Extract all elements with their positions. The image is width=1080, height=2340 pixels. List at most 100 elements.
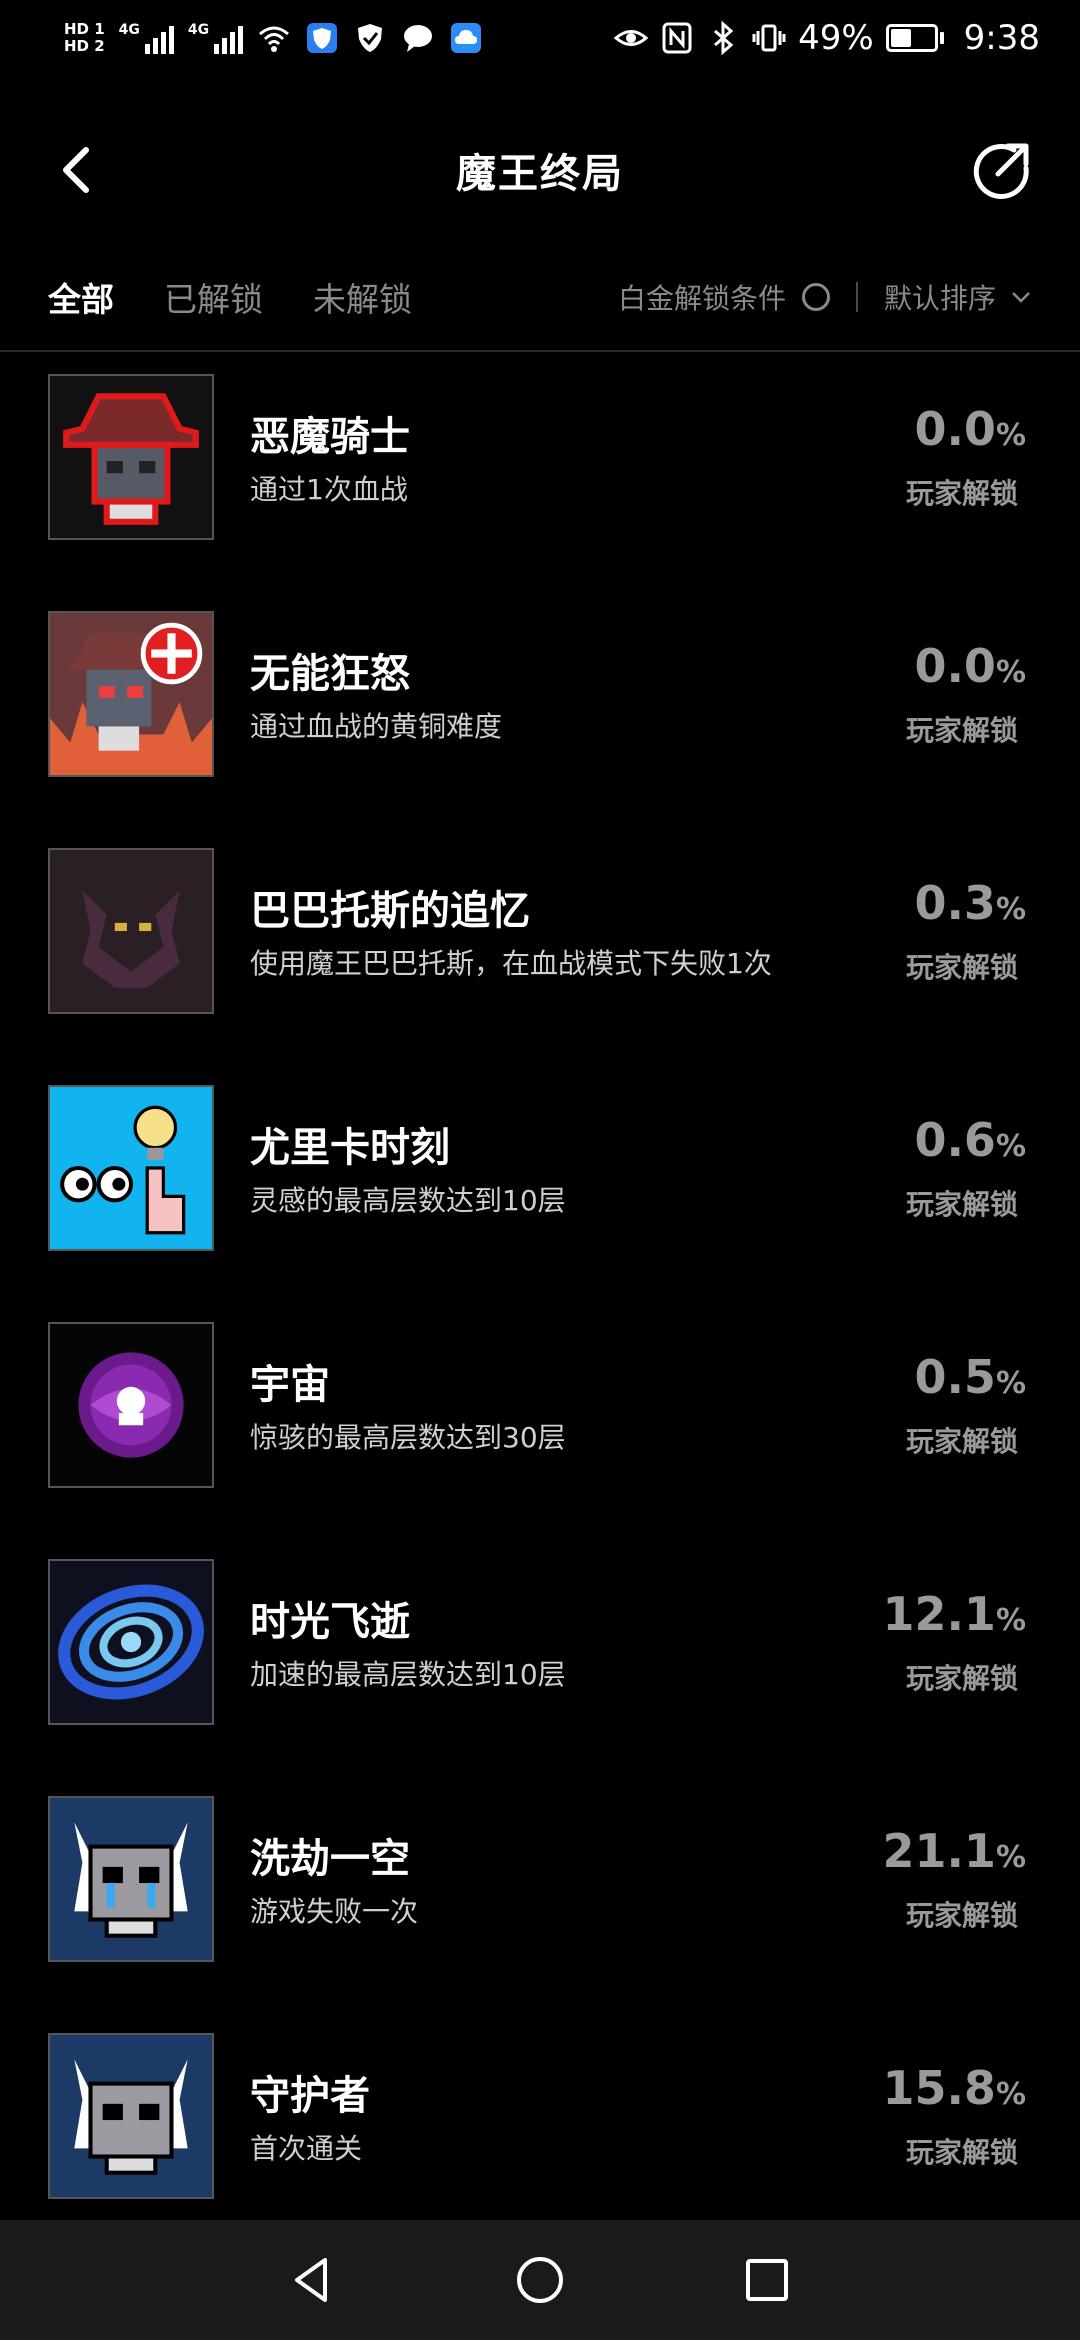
universe-icon (48, 1322, 214, 1488)
net2-label: 4G (187, 22, 210, 38)
guardian-skull-icon (48, 2033, 214, 2199)
unlock-percent: 12.1% (882, 1587, 1026, 1641)
percent-unit: % (995, 1366, 1026, 1401)
nav-home-icon (516, 2257, 563, 2303)
achievement-title: 尤里卡时刻 (250, 1125, 450, 1171)
page-title: 魔王终局 (456, 151, 624, 197)
percent-unit: % (995, 892, 1026, 927)
battery-percent: 49% (798, 18, 874, 58)
system-navigation-bar (0, 2220, 1080, 2340)
percent-value: 21.1 (882, 1824, 996, 1878)
unlock-percent-label: 玩家解锁 (905, 1662, 1018, 1695)
eye-icon (614, 21, 649, 55)
sim2-label: HD 2 (64, 37, 105, 55)
demon-knight-icon (48, 374, 214, 540)
nav-back-icon (295, 2258, 328, 2302)
achievement-description: 惊骇的最高层数达到30层 (250, 1421, 566, 1454)
crying-skull-icon (48, 1796, 214, 1962)
unlock-percent: 0.5% (914, 1350, 1026, 1404)
vibrate-icon (752, 21, 786, 55)
nav-back-button[interactable] (283, 2250, 343, 2310)
status-bar-right: 49% 9:38 (614, 18, 1040, 58)
unlock-percent: 0.0% (914, 639, 1026, 693)
tab-all[interactable]: 全部 (48, 273, 114, 321)
percent-unit: % (995, 418, 1026, 453)
unlock-percent-label: 玩家解锁 (905, 951, 1018, 984)
radio-circle-icon[interactable] (801, 283, 830, 311)
unlock-percent: 15.8% (882, 2061, 1026, 2115)
percent-value: 15.8 (882, 2061, 996, 2115)
achievement-description: 加速的最高层数达到10层 (250, 1658, 566, 1691)
achievement-title: 宇宙 (250, 1362, 330, 1408)
achievement-title: 恶魔骑士 (250, 414, 410, 460)
signal-1-icon: 4G (119, 22, 174, 54)
achievement-list: 恶魔骑士 通过1次血战 0.0% 玩家解锁 无能狂怒 通过血战的黄铜难度 0.0… (0, 372, 1080, 2268)
achievement-description: 游戏失败一次 (250, 1895, 419, 1928)
achievement-description: 通过1次血战 (250, 473, 408, 506)
list-item[interactable]: 恶魔骑士 通过1次血战 0.0% 玩家解锁 (0, 372, 1080, 609)
achievement-title: 巴巴托斯的追忆 (250, 888, 530, 934)
time-flies-icon (48, 1559, 214, 1725)
status-bar: HD 1 HD 2 4G 4G 49% 9:38 (0, 0, 1080, 76)
percent-value: 0.3 (914, 876, 996, 930)
unlock-percent: 0.0% (914, 402, 1026, 456)
achievement-title: 守护者 (250, 2073, 370, 2119)
status-bar-left: HD 1 HD 2 4G 4G (64, 21, 483, 55)
list-item[interactable]: 巴巴托斯的追忆 使用魔王巴巴托斯，在血战模式下失败1次 0.3% 玩家解锁 (0, 846, 1080, 1083)
achievement-title: 时光飞逝 (250, 1599, 410, 1645)
unlock-percent-label: 玩家解锁 (905, 714, 1018, 747)
tab-right-controls: 白金解锁条件 默认排序 (618, 277, 1032, 317)
percent-unit: % (995, 1840, 1026, 1875)
list-item[interactable]: 洗劫一空 游戏失败一次 21.1% 玩家解锁 (0, 1794, 1080, 2031)
unlock-percent-label: 玩家解锁 (905, 1899, 1018, 1932)
app-header: 魔王终局 (0, 120, 1080, 220)
unlock-percent-label: 玩家解锁 (905, 477, 1018, 510)
sim1-label: HD 1 (64, 20, 105, 38)
net1-label: 4G (118, 22, 140, 38)
list-item[interactable]: 时光飞逝 加速的最高层数达到10层 12.1% 玩家解锁 (0, 1557, 1080, 1794)
header-divider (0, 350, 1080, 352)
bluetooth-icon (706, 21, 740, 55)
separator (855, 282, 858, 312)
percent-value: 12.1 (882, 1587, 996, 1641)
nav-home-button[interactable] (510, 2250, 570, 2310)
unlock-percent-label: 玩家解锁 (905, 1425, 1018, 1458)
list-item[interactable]: 尤里卡时刻 灵感的最高层数达到10层 0.6% 玩家解锁 (0, 1083, 1080, 1320)
nfc-icon (660, 21, 694, 55)
achievement-description: 使用魔王巴巴托斯，在血战模式下失败1次 (250, 947, 772, 980)
unlock-percent: 0.6% (914, 1113, 1026, 1167)
percent-value: 0.6 (914, 1113, 996, 1167)
unlock-percent: 0.3% (914, 876, 1026, 930)
unlock-percent: 21.1% (882, 1824, 1026, 1878)
list-item[interactable]: 无能狂怒 通过血战的黄铜难度 0.0% 玩家解锁 (0, 609, 1080, 846)
list-item[interactable]: 宇宙 惊骇的最高层数达到30层 0.5% 玩家解锁 (0, 1320, 1080, 1557)
percent-value: 0.0 (914, 402, 996, 456)
percent-value: 0.0 (914, 639, 996, 693)
battery-icon (885, 24, 944, 52)
rage-icon (48, 611, 214, 777)
tab-locked[interactable]: 未解锁 (313, 273, 412, 321)
message-icon (401, 21, 435, 55)
nav-recents-button[interactable] (737, 2250, 797, 2310)
filter-tabs: 全部 已解锁 未解锁 白金解锁条件 默认排序 (0, 262, 1080, 332)
percent-unit: % (995, 655, 1026, 690)
sort-dropdown[interactable]: 默认排序 (884, 277, 996, 317)
achievement-description: 通过血战的黄铜难度 (250, 710, 503, 743)
achievement-description: 灵感的最高层数达到10层 (250, 1184, 566, 1217)
back-button[interactable] (50, 142, 106, 198)
achievement-title: 洗劫一空 (250, 1836, 410, 1882)
shield-icon (305, 21, 339, 55)
achievement-title: 无能狂怒 (250, 651, 410, 697)
achievement-description: 首次通关 (250, 2132, 363, 2165)
platinum-filter-label[interactable]: 白金解锁条件 (618, 277, 786, 317)
share-button[interactable] (970, 140, 1032, 202)
percent-unit: % (995, 1603, 1026, 1638)
share-icon (973, 143, 1029, 199)
check-shield-icon (353, 21, 387, 55)
sim-indicator: HD 1 HD 2 (64, 21, 105, 55)
chevron-down-icon[interactable] (1010, 286, 1032, 308)
tab-unlocked[interactable]: 已解锁 (164, 273, 263, 321)
barbatos-icon (48, 848, 214, 1014)
unlock-percent-label: 玩家解锁 (905, 2136, 1018, 2169)
nav-recents-icon (745, 2259, 788, 2301)
